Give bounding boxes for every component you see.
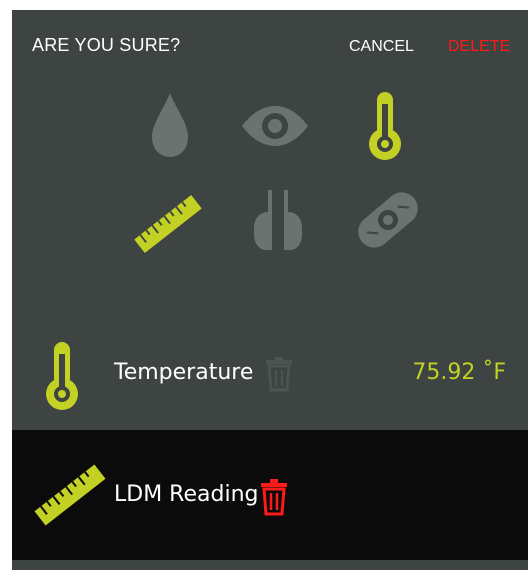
water-drop-icon[interactable] xyxy=(132,88,208,164)
reading-row-ldm[interactable]: LDM Reading xyxy=(12,430,528,560)
thermometer-icon xyxy=(42,340,82,417)
trash-icon[interactable] xyxy=(259,478,289,521)
cancel-button[interactable]: CANCEL xyxy=(349,38,414,56)
delete-button[interactable]: DELETE xyxy=(448,38,510,56)
reading-row-temperature[interactable]: Temperature 75.92 ˚F xyxy=(12,322,528,430)
eye-icon[interactable] xyxy=(237,88,313,164)
thermometer-icon[interactable] xyxy=(347,88,423,164)
bandage-sensor-icon[interactable] xyxy=(350,182,426,258)
probe-pins-icon[interactable] xyxy=(240,182,316,258)
reading-value: 75.92 ˚F xyxy=(412,360,506,385)
header: ARE YOU SURE? CANCEL DELETE xyxy=(12,10,528,84)
ruler-icon xyxy=(30,460,110,535)
reading-label: LDM Reading xyxy=(114,482,259,507)
ruler-icon[interactable] xyxy=(130,186,206,262)
reading-label: Temperature xyxy=(114,360,254,385)
confirm-delete-screen: ARE YOU SURE? CANCEL DELETE Temperature … xyxy=(12,10,528,570)
confirm-title: ARE YOU SURE? xyxy=(32,35,181,55)
list-bottom xyxy=(12,560,528,570)
trash-icon[interactable] xyxy=(264,356,294,397)
